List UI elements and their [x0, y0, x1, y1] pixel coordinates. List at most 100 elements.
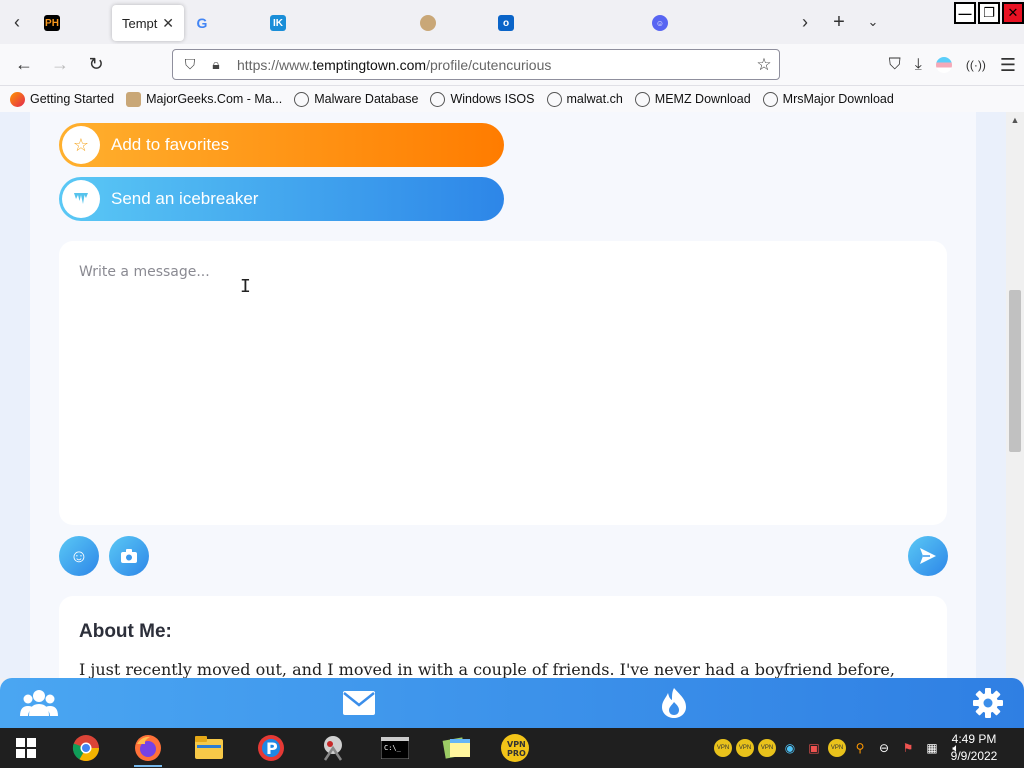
toolbar-right: ⛉ ⤓ ((·)) ☰: [889, 44, 1016, 86]
url-text[interactable]: https://www.temptingtown.com/profile/cut…: [237, 57, 749, 73]
about-me-card: About Me: I just recently moved out, and…: [59, 596, 947, 678]
svg-text:C:\_: C:\_: [384, 744, 402, 752]
tab-title: Temptin: [122, 15, 158, 31]
globe-icon: [762, 91, 778, 107]
clock-date: 9/9/2022: [950, 749, 998, 763]
lock-icon[interactable]: 🔒︎: [203, 56, 229, 73]
reload-icon[interactable]: ↻: [78, 54, 114, 75]
scroll-thumb[interactable]: [1009, 290, 1021, 452]
window-close-icon[interactable]: ✕: [1002, 2, 1024, 24]
svg-text:VPN: VPN: [507, 740, 526, 749]
extension-icon[interactable]: ((·)): [966, 58, 986, 72]
tab-majorgeeks[interactable]: [410, 5, 488, 41]
list-tabs-button[interactable]: ⌄: [856, 0, 890, 44]
ik-favicon-icon: IK: [270, 15, 286, 31]
message-box: I: [59, 241, 947, 525]
shield-icon[interactable]: ⛉: [177, 56, 203, 73]
mail-icon[interactable]: [339, 686, 379, 720]
chrome-icon[interactable]: [70, 732, 102, 764]
bookmark-mrsmajor-download[interactable]: MrsMajor Download: [762, 91, 894, 107]
bookmark-star-icon[interactable]: ☆: [749, 55, 779, 75]
outlook-favicon-icon: o: [498, 15, 514, 31]
tab-temptingtown[interactable]: Temptin ✕: [112, 5, 184, 41]
page-scrollbar[interactable]: ▲: [1006, 112, 1024, 678]
search-tray-icon[interactable]: ⚲: [850, 738, 870, 758]
globe-icon: [634, 91, 650, 107]
vpn-tray-icon-2[interactable]: VPN: [736, 739, 754, 757]
download-icon[interactable]: ⤓: [915, 56, 922, 74]
command-prompt-icon[interactable]: C:\_: [379, 732, 411, 764]
window-controls: — ❐ ✕: [954, 2, 1024, 24]
text-cursor-icon: I: [240, 276, 251, 297]
notes-app-icon[interactable]: [441, 732, 473, 764]
tab-strip: ‹ PH Temptin ✕ G IK o ☺ › + ⌄ — ❐ ✕: [0, 0, 1024, 44]
emoji-button[interactable]: ☺: [59, 536, 99, 576]
vpn-pro-icon[interactable]: VPN PRO: [499, 732, 531, 764]
forward-icon[interactable]: →: [42, 54, 78, 75]
svg-text:P: P: [266, 739, 278, 758]
bookmark-malwatch[interactable]: malwat.ch: [546, 91, 623, 107]
bookmark-malware-database[interactable]: Malware Database: [294, 91, 418, 107]
vpn-tray-icon[interactable]: VPN: [714, 739, 732, 757]
svg-text:PRO: PRO: [507, 749, 526, 758]
minimize-icon[interactable]: —: [954, 2, 976, 24]
menu-icon[interactable]: ☰: [1000, 55, 1016, 76]
windows-start-icon[interactable]: [10, 732, 42, 764]
majorgeeks-favicon-icon: [420, 15, 436, 31]
vpn-tray-icon-4[interactable]: VPN: [828, 739, 846, 757]
windows-taskbar: P C:\_ VPN PRO VPN VPN VPN ◉ ▣ VPN ⚲ ⊖ ⚑ …: [0, 728, 1024, 768]
tab-ik[interactable]: IK: [260, 5, 410, 41]
flame-icon[interactable]: [654, 686, 694, 720]
gear-icon[interactable]: [968, 686, 1008, 720]
flag-tray-icon[interactable]: ⚑: [898, 738, 918, 758]
file-explorer-icon[interactable]: [193, 732, 225, 764]
star-icon: ☆: [62, 126, 100, 164]
back-icon[interactable]: ←: [6, 54, 42, 75]
app-tray-icon[interactable]: ▣: [804, 738, 824, 758]
close-icon[interactable]: ✕: [162, 15, 174, 32]
new-tab-button[interactable]: +: [822, 0, 856, 44]
send-button[interactable]: [908, 536, 948, 576]
app-bottom-nav: [0, 678, 1024, 728]
network-tray-icon[interactable]: ◉: [780, 738, 800, 758]
vpn-tray-icon-3[interactable]: VPN: [758, 739, 776, 757]
tabs-scroll-left-button[interactable]: ‹: [0, 0, 34, 44]
send-icon: [920, 548, 936, 564]
tab-discord[interactable]: ☺: [642, 5, 782, 41]
send-icebreaker-button[interactable]: Send an icebreaker: [59, 177, 504, 221]
tab-google[interactable]: G: [184, 5, 260, 41]
snipping-tool-icon[interactable]: [317, 732, 349, 764]
add-to-favorites-label: Add to favorites: [111, 135, 230, 154]
discord-favicon-icon: ☺: [652, 15, 668, 31]
pocket-icon[interactable]: ⛉: [889, 56, 901, 74]
restore-icon[interactable]: ❐: [978, 2, 1000, 24]
message-input[interactable]: [59, 241, 947, 525]
taskbar-clock[interactable]: 4:49 PM 9/9/2022: [944, 731, 1004, 765]
firefox-taskbar-icon[interactable]: [132, 732, 164, 767]
icicle-icon: [62, 180, 100, 218]
bookmark-memz-download[interactable]: MEMZ Download: [634, 91, 751, 107]
send-icebreaker-label: Send an icebreaker: [111, 189, 259, 208]
tab-ph[interactable]: PH: [34, 5, 112, 41]
minus-tray-icon[interactable]: ⊖: [874, 738, 894, 758]
tabs-scroll-right-button[interactable]: ›: [788, 0, 822, 44]
globe-icon: [294, 91, 310, 107]
camera-button[interactable]: [109, 536, 149, 576]
url-path: /profile/cutencurious: [426, 56, 552, 73]
wifi-tray-icon[interactable]: ▦: [922, 738, 942, 758]
tab-outlook[interactable]: o: [488, 5, 642, 41]
url-bar[interactable]: ⛉ 🔒︎ https://www.temptingtown.com/profil…: [172, 49, 780, 80]
extension-flag-icon[interactable]: [935, 57, 952, 73]
system-tray: VPN VPN VPN ◉ ▣ VPN ⚲ ⊖ ⚑ ▦ 🔈︎: [714, 728, 966, 768]
people-icon[interactable]: [19, 686, 59, 720]
page-content: ☆ Add to favorites Send an icebreaker I …: [0, 112, 1024, 678]
add-to-favorites-button[interactable]: ☆ Add to favorites: [59, 123, 504, 167]
url-scheme: https://www.: [237, 56, 313, 73]
bookmark-majorgeeks[interactable]: MajorGeeks.Com - Ma...: [126, 91, 282, 107]
globe-icon: [546, 91, 562, 107]
scroll-up-arrow-icon[interactable]: ▲: [1006, 112, 1024, 128]
app-p-icon[interactable]: P: [255, 732, 287, 764]
smiley-icon: ☺: [69, 545, 89, 566]
bookmark-windows-isos[interactable]: Windows ISOS: [430, 91, 535, 107]
bookmark-getting-started[interactable]: Getting Started: [10, 91, 114, 107]
